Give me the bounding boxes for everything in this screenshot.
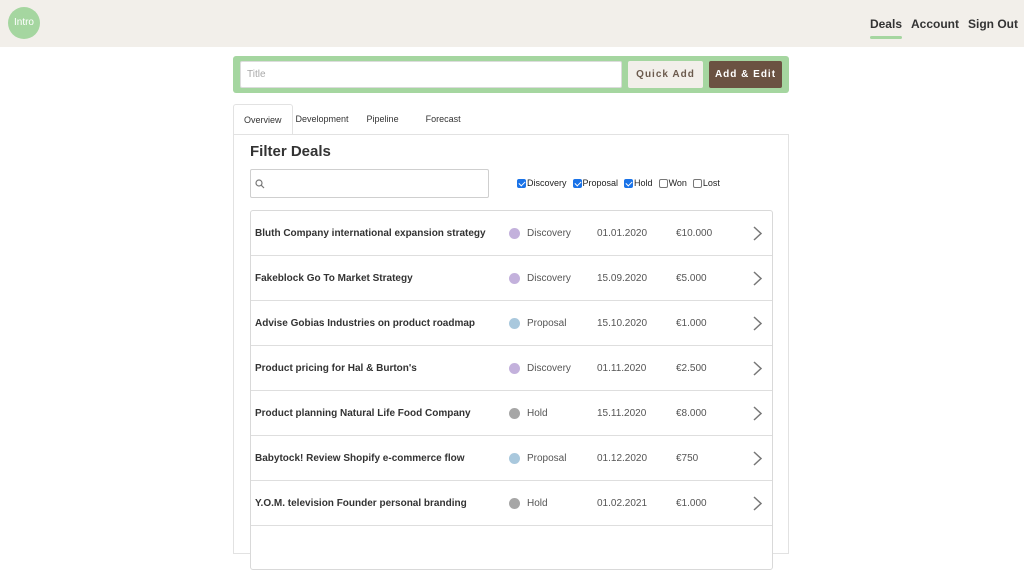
deal-list: Bluth Company international expansion st… (250, 210, 773, 570)
stage-dot-icon (509, 408, 520, 419)
deal-amount: €1.000 (676, 498, 707, 509)
tab-pipeline[interactable]: Pipeline (357, 104, 417, 135)
deal-date: 01.01.2020 (597, 228, 648, 239)
add-and-edit-button[interactable]: Add & Edit (709, 61, 782, 88)
won-checkbox[interactable] (658, 178, 668, 188)
deal-stage: Discovery (527, 273, 571, 284)
filter-hold[interactable]: Hold (624, 178, 653, 188)
view-tabs: Overview Development Pipeline Forecast (233, 104, 470, 135)
proposal-checkbox[interactable] (572, 178, 582, 188)
filter-discovery[interactable]: Discovery (517, 178, 567, 188)
deal-name: Product pricing for Hal & Burton's (255, 363, 417, 374)
deal-date: 15.10.2020 (597, 318, 648, 329)
tab-overview[interactable]: Overview (233, 104, 293, 135)
deal-row[interactable]: Y.O.M. television Founder personal brand… (251, 481, 772, 526)
deal-date: 01.11.2020 (597, 363, 647, 374)
deal-amount: €750 (676, 453, 699, 464)
chevron-right-icon[interactable] (751, 316, 763, 331)
lost-label: Lost (702, 178, 720, 188)
stage-dot-icon (509, 453, 520, 464)
deal-name: Advise Gobias Industries on product road… (255, 318, 476, 329)
chevron-right-icon[interactable] (751, 226, 763, 241)
discovery-label: Discovery (527, 178, 567, 188)
overview-panel: Filter Deals Discovery Proposal Hold Won… (233, 134, 789, 570)
won-label: Won (668, 178, 687, 188)
chevron-right-icon[interactable] (751, 361, 763, 376)
deal-stage: Discovery (527, 363, 571, 374)
deal-row[interactable]: Advise Gobias Industries on product road… (251, 301, 772, 346)
chevron-right-icon[interactable] (751, 271, 763, 286)
deal-row[interactable]: Babytock! Review Shopify e-commerce flow… (251, 436, 772, 481)
nav-deals-link[interactable]: Deals (869, 15, 903, 39)
nav-sign-out-link[interactable]: Sign Out (968, 15, 1018, 33)
deal-name: Product planning Natural Life Food Compa… (255, 408, 471, 419)
deal-date: 01.02.2021 (597, 498, 648, 509)
search-icon (255, 179, 265, 189)
nav-account-link[interactable]: Account (911, 15, 959, 33)
filter-proposal[interactable]: Proposal (572, 178, 619, 188)
deal-stage: Proposal (527, 453, 567, 464)
filter-lost[interactable]: Lost (692, 178, 720, 188)
filter-won[interactable]: Won (658, 178, 687, 188)
deal-name: Babytock! Review Shopify e-commerce flow (255, 453, 465, 464)
filter-deals-heading: Filter Deals (250, 143, 331, 160)
intro-logo[interactable]: Intro (8, 7, 40, 39)
hold-checkbox[interactable] (624, 178, 634, 188)
deal-amount: €8.000 (676, 408, 707, 419)
deal-name: Bluth Company international expansion st… (255, 228, 486, 239)
deal-date: 15.11.2020 (597, 408, 647, 419)
hold-label: Hold (634, 178, 653, 188)
deal-stage: Hold (527, 498, 548, 509)
deal-stage: Discovery (527, 228, 571, 239)
stage-dot-icon (509, 498, 520, 509)
tab-forecast[interactable]: Forecast (417, 104, 470, 135)
quick-add-button[interactable]: Quick Add (628, 61, 703, 88)
tab-development[interactable]: Development (293, 104, 357, 135)
discovery-checkbox[interactable] (517, 178, 526, 188)
stage-dot-icon (509, 273, 520, 284)
deal-date: 15.09.2020 (597, 273, 648, 284)
deal-search-field[interactable] (250, 169, 489, 198)
deal-date: 01.12.2020 (597, 453, 648, 464)
deal-stage: Hold (527, 408, 548, 419)
add-deal-bar: Quick Add Add & Edit (233, 56, 789, 93)
deal-row[interactable]: Product pricing for Hal & Burton's Disco… (251, 346, 772, 391)
deal-row[interactable]: Product planning Natural Life Food Compa… (251, 391, 772, 436)
lost-checkbox[interactable] (692, 178, 702, 188)
stage-dot-icon (509, 318, 520, 329)
deal-title-input[interactable] (240, 61, 622, 88)
chevron-right-icon[interactable] (751, 451, 763, 466)
deal-stage: Proposal (527, 318, 567, 329)
top-navigation-bar: Intro Deals Account Sign Out (0, 0, 1024, 47)
main-nav: Deals Account Sign Out (869, 0, 1018, 47)
deal-name: Y.O.M. television Founder personal brand… (255, 498, 467, 509)
deal-amount: €10.000 (676, 228, 713, 239)
proposal-label: Proposal (582, 178, 619, 188)
chevron-right-icon[interactable] (751, 406, 763, 421)
deal-row[interactable]: Bluth Company international expansion st… (251, 211, 772, 256)
deal-amount: €1.000 (676, 318, 707, 329)
stage-filters: Discovery Proposal Hold Won Lost (517, 178, 720, 188)
deal-amount: €2.500 (676, 363, 707, 374)
deal-name: Fakeblock Go To Market Strategy (255, 273, 413, 284)
deal-amount: €5.000 (676, 273, 707, 284)
stage-dot-icon (509, 228, 520, 239)
chevron-right-icon[interactable] (751, 496, 763, 511)
stage-dot-icon (509, 363, 520, 374)
deal-row[interactable]: Fakeblock Go To Market Strategy Discover… (251, 256, 772, 301)
